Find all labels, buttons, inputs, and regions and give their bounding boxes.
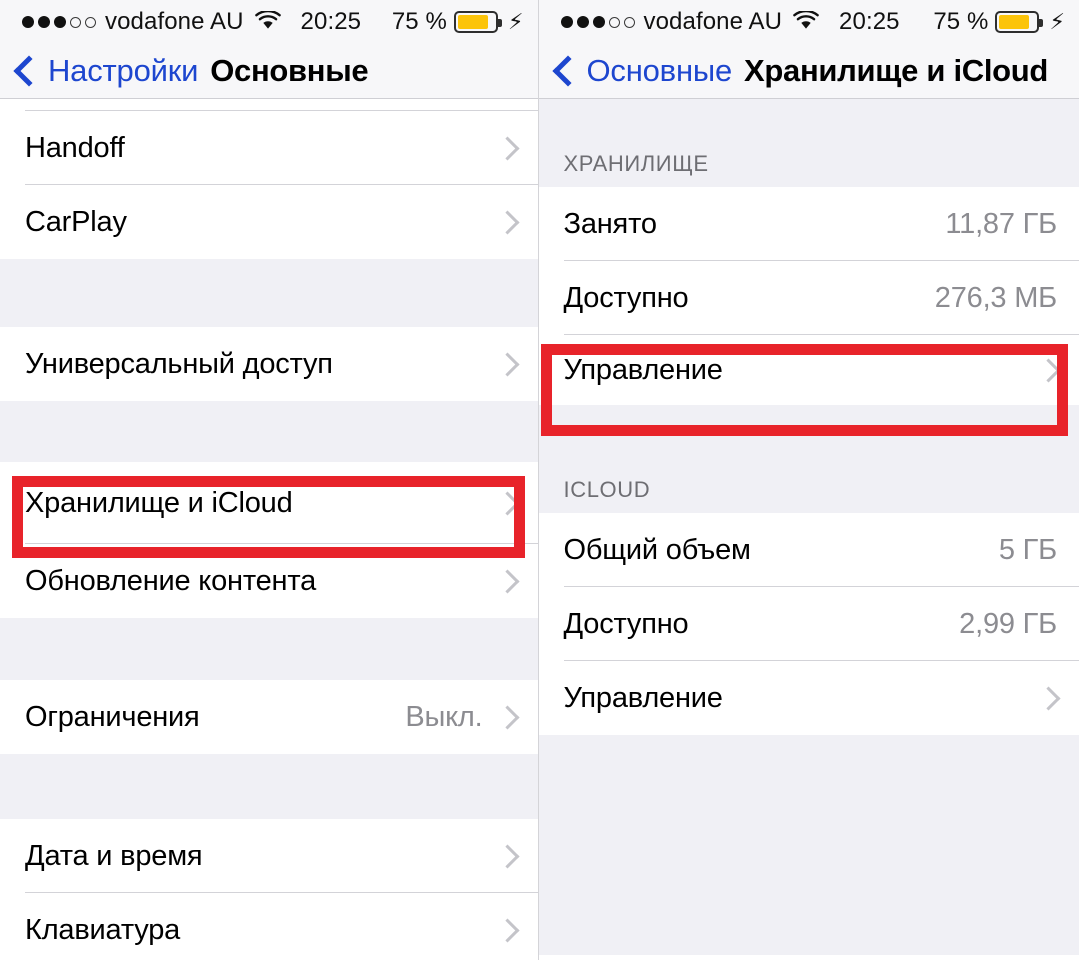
list-item-value: Выкл.	[405, 700, 483, 733]
list-item-value: 2,99 ГБ	[959, 607, 1057, 640]
list-item-carplay[interactable]: CarPlay	[0, 185, 538, 259]
list-item-background-app-refresh[interactable]: Обновление контента	[0, 544, 538, 618]
right-phone-screen: vodafone AU 20:25 75 % ⚡ Основные Хранил…	[537, 0, 1079, 960]
signal-strength-dots-icon	[22, 16, 96, 28]
status-bar-right-group: 75 % ⚡	[933, 0, 1065, 44]
list-item-label: Доступно	[563, 607, 689, 640]
wifi-icon	[793, 8, 819, 37]
list-item-handoff[interactable]: Handoff	[0, 111, 538, 185]
list-item-value: 276,3 МБ	[934, 281, 1057, 314]
list-item-label: Хранилище и iCloud	[25, 486, 293, 519]
section-group-1: Handoff CarPlay	[0, 111, 538, 259]
section-group-storage: Занято 11,87 ГБ Доступно 276,3 МБ Управл…	[538, 187, 1079, 405]
left-phone-screen: vodafone AU 20:25 75 % ⚡ Настройки Основ…	[0, 0, 538, 960]
section-gap-3	[0, 618, 538, 680]
section-header-storage: ХРАНИЛИЩЕ	[538, 99, 1079, 187]
battery-percentage: 75 %	[391, 8, 447, 35]
list-item-label: Общий объем	[563, 533, 751, 566]
back-button-settings[interactable]: Настройки	[13, 53, 199, 89]
list-item-label: Доступно	[563, 281, 689, 314]
chevron-right-icon	[494, 568, 520, 594]
nav-bar-left: Настройки Основные	[0, 44, 538, 99]
section-group-4: Ограничения Выкл.	[0, 680, 538, 754]
chevron-right-icon	[1036, 357, 1061, 383]
carrier-name: vodafone AU	[105, 8, 244, 35]
section-gap-2	[0, 401, 538, 462]
list-item-manage-storage[interactable]: Управление	[538, 335, 1079, 405]
settings-list-left: Handoff CarPlay Универсальный доступ Хра…	[0, 99, 538, 960]
list-item-label: Ограничения	[25, 700, 200, 733]
list-item-value: 11,87 ГБ	[945, 207, 1057, 240]
section-gap-1	[0, 259, 538, 327]
list-item-manage-icloud[interactable]: Управление	[538, 661, 1079, 735]
list-item-label: Handoff	[25, 131, 125, 164]
carrier-name: vodafone AU	[643, 8, 783, 35]
chevron-right-icon	[494, 209, 520, 235]
section-gap-4	[0, 754, 538, 819]
list-item-storage-and-icloud[interactable]: Хранилище и iCloud	[0, 462, 538, 544]
list-item-label: Управление	[563, 353, 723, 386]
chevron-right-icon	[494, 704, 520, 730]
battery-icon	[453, 11, 502, 33]
section-group-icloud: Общий объем 5 ГБ Доступно 2,99 ГБ Управл…	[538, 513, 1079, 735]
section-group-2: Универсальный доступ	[0, 327, 538, 401]
battery-percentage: 75 %	[933, 8, 989, 35]
battery-icon	[995, 11, 1044, 33]
back-button-label: Настройки	[48, 53, 199, 88]
clock-time: 20:25	[300, 8, 362, 35]
partial-row-top	[0, 99, 538, 111]
section-group-3: Хранилище и iCloud Обновление контента	[0, 462, 538, 618]
list-item-label: Управление	[563, 681, 723, 714]
list-item-restrictions[interactable]: Ограничения Выкл.	[0, 680, 538, 754]
nav-bar-right: Основные Хранилище и iCloud	[538, 44, 1079, 99]
list-item-label: Клавиатура	[25, 913, 181, 946]
list-item-icloud-available: Доступно 2,99 ГБ	[538, 587, 1079, 661]
list-item-label: Дата и время	[25, 839, 203, 872]
chevron-left-icon	[551, 55, 584, 87]
page-title: Хранилище и iCloud	[743, 53, 1049, 88]
list-item-value: 5 ГБ	[998, 533, 1057, 566]
status-bar-right-group: 75 % ⚡	[392, 0, 524, 44]
chevron-right-icon	[494, 490, 520, 516]
status-bar-right: vodafone AU 20:25 75 % ⚡	[538, 0, 1079, 44]
list-item-label: Обновление контента	[25, 564, 317, 597]
list-item-used: Занято 11,87 ГБ	[538, 187, 1079, 261]
dual-screenshot-container: vodafone AU 20:25 75 % ⚡ Настройки Основ…	[0, 0, 1079, 960]
signal-strength-dots-icon	[560, 16, 635, 28]
status-bar-left-group: vodafone AU 20:25	[539, 8, 900, 37]
list-item-label: CarPlay	[25, 205, 127, 238]
back-button-general[interactable]: Основные	[551, 53, 733, 89]
section-group-5: Дата и время Клавиатура	[0, 819, 538, 960]
list-item-label: Универсальный доступ	[25, 347, 333, 380]
page-title: Основные	[210, 53, 369, 88]
lightning-bolt-icon: ⚡	[1049, 9, 1065, 34]
list-item-total-storage: Общий объем 5 ГБ	[538, 513, 1079, 587]
chevron-right-icon	[494, 351, 520, 377]
chevron-left-icon	[13, 55, 45, 87]
clock-time: 20:25	[839, 8, 900, 35]
battery-fill	[457, 15, 488, 29]
empty-area	[538, 735, 1079, 955]
settings-list-right: ХРАНИЛИЩЕ Занято 11,87 ГБ Доступно 276,3…	[538, 99, 1079, 955]
chevron-right-icon	[494, 917, 520, 943]
lightning-bolt-icon: ⚡	[507, 9, 524, 34]
section-header-icloud: ICLOUD	[538, 405, 1079, 513]
list-item-label: Занято	[563, 207, 657, 240]
list-item-available: Доступно 276,3 МБ	[538, 261, 1079, 335]
status-bar-left-group: vodafone AU 20:25	[0, 8, 361, 37]
list-item-date-and-time[interactable]: Дата и время	[0, 819, 538, 893]
battery-fill	[999, 15, 1030, 29]
chevron-right-icon	[494, 135, 520, 161]
list-item-accessibility[interactable]: Универсальный доступ	[0, 327, 538, 401]
wifi-icon	[254, 8, 281, 37]
chevron-right-icon	[1036, 685, 1061, 711]
list-item-keyboard[interactable]: Клавиатура	[0, 893, 538, 960]
status-bar-left: vodafone AU 20:25 75 % ⚡	[0, 0, 538, 44]
back-button-label: Основные	[586, 53, 733, 88]
chevron-right-icon	[494, 843, 520, 869]
